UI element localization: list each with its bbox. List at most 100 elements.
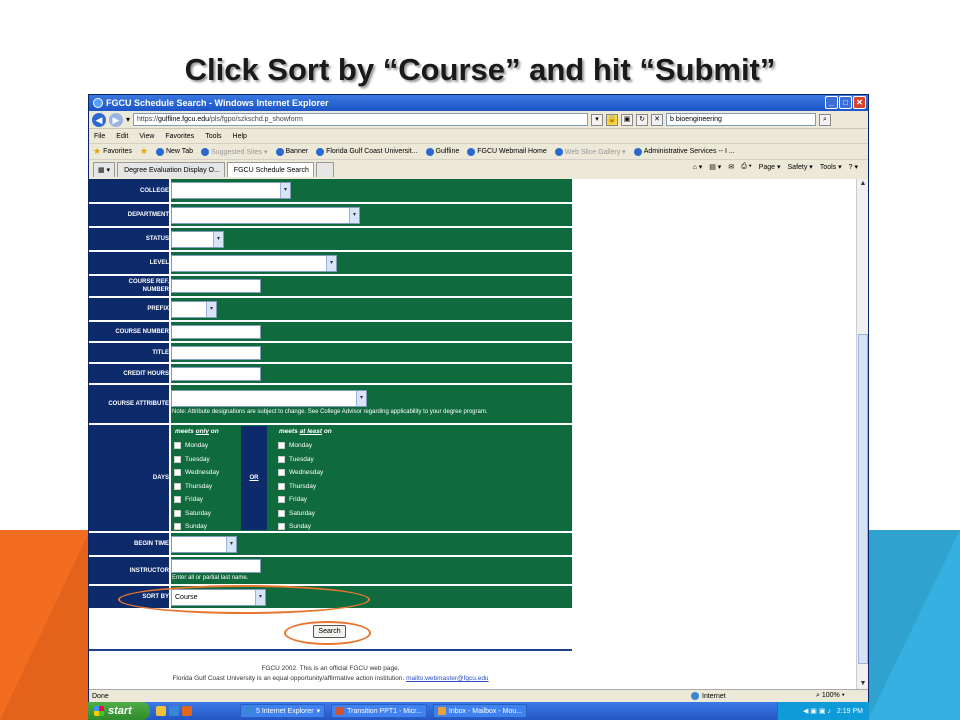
chevron-down-icon: ▾: [206, 301, 216, 317]
scroll-thumb[interactable]: [858, 334, 868, 664]
prefix-select[interactable]: ▾: [171, 300, 217, 318]
credit-hours-input[interactable]: [171, 366, 261, 381]
least-tuesday[interactable]: Tuesday: [275, 453, 427, 467]
safety-menu[interactable]: Safety ▾: [788, 163, 813, 171]
fav-new-tab[interactable]: New Tab: [155, 147, 193, 156]
tab-degree-evaluation[interactable]: Degree Evaluation Display O...: [117, 162, 225, 177]
vertical-scrollbar[interactable]: ▲ ▼: [856, 179, 868, 689]
instructor-input[interactable]: [171, 559, 261, 573]
search-icon[interactable]: ⌕: [819, 113, 832, 126]
checkbox[interactable]: [278, 509, 285, 517]
task-internet-explorer[interactable]: 5 Internet Explorer ▾: [240, 704, 326, 718]
task-powerpoint[interactable]: Transition PPT1 - Micr...: [331, 704, 427, 718]
tab-schedule-search[interactable]: FGCU Schedule Search: [226, 162, 314, 177]
least-thursday[interactable]: Thursday: [275, 480, 427, 494]
course-attribute-select[interactable]: ▾: [171, 390, 367, 407]
least-saturday[interactable]: Saturday: [275, 507, 427, 521]
level-select[interactable]: ▾: [171, 254, 337, 272]
menu-edit[interactable]: Edit: [116, 133, 128, 140]
only-wednesday[interactable]: Wednesday: [171, 466, 241, 480]
least-monday[interactable]: Monday: [275, 439, 427, 453]
only-saturday[interactable]: Saturday: [171, 507, 241, 521]
home-icon[interactable]: ⌂ ▾: [693, 163, 703, 171]
only-monday[interactable]: Monday: [171, 439, 241, 453]
compatibility-icon[interactable]: ▣: [621, 113, 634, 126]
fav-suggested-sites[interactable]: Suggested Sites ▾: [201, 147, 268, 156]
refresh-icon[interactable]: ↻: [636, 113, 649, 126]
scroll-down-icon[interactable]: ▼: [858, 679, 868, 689]
stop-icon[interactable]: ✕: [651, 113, 664, 126]
back-arrow-icon[interactable]: ◀: [92, 112, 106, 127]
prefix-label: PREFIX: [89, 297, 170, 322]
quick-tabs-icon[interactable]: ▦ ▾: [93, 162, 116, 177]
sort-by-highlight: [118, 585, 370, 614]
checkbox[interactable]: [174, 469, 181, 477]
fav-admin-services[interactable]: Administrative Services -- I ...: [633, 147, 735, 156]
tray-icons[interactable]: ◀ ▣ ▣ ♪: [803, 707, 831, 715]
college-select[interactable]: ▾: [171, 182, 291, 199]
course-ref-input[interactable]: [171, 279, 261, 293]
maximize-button[interactable]: □: [839, 96, 852, 109]
close-button[interactable]: ✕: [853, 96, 866, 109]
ie-quicklaunch-icon[interactable]: [169, 706, 179, 716]
add-favorite-icon[interactable]: ★: [140, 146, 148, 157]
checkbox[interactable]: [174, 509, 181, 517]
scroll-up-icon[interactable]: ▲: [858, 179, 868, 189]
menu-tools[interactable]: Tools: [205, 133, 221, 140]
course-number-input[interactable]: [171, 324, 261, 339]
checkbox[interactable]: [174, 482, 181, 490]
history-dropdown-icon[interactable]: ▾: [126, 115, 130, 124]
tools-menu[interactable]: Tools ▾: [820, 163, 842, 171]
fav-gulfline[interactable]: Gulfline: [425, 147, 459, 156]
url-field[interactable]: https://gulfline.fgcu.edu/pls/fgpo/szksc…: [133, 113, 589, 126]
minimize-button[interactable]: _: [825, 96, 838, 109]
mail-icon[interactable]: ✉: [728, 163, 734, 171]
checkbox[interactable]: [278, 469, 285, 477]
new-tab-button[interactable]: [315, 162, 334, 177]
url-dropdown-icon[interactable]: ▾: [591, 113, 604, 126]
status-select[interactable]: ▾: [171, 230, 224, 248]
checkbox[interactable]: [278, 482, 285, 490]
only-tuesday[interactable]: Tuesday: [171, 453, 241, 467]
least-friday[interactable]: Friday: [275, 493, 427, 507]
webmaster-link[interactable]: mailto:webmaster@fgcu.edu: [406, 675, 488, 682]
checkbox[interactable]: [278, 496, 285, 504]
fav-fgcu[interactable]: Florida Gulf Coast Universit...: [316, 147, 418, 156]
fav-webmail[interactable]: FGCU Webmail Home: [467, 147, 547, 156]
favorites-button[interactable]: ★ Favorites: [93, 146, 132, 157]
menu-file[interactable]: File: [94, 133, 105, 140]
menu-help[interactable]: Help: [233, 133, 247, 140]
checkbox[interactable]: [174, 442, 181, 450]
zoom-level[interactable]: ⌕ 100% ▾: [816, 692, 845, 700]
only-thursday[interactable]: Thursday: [171, 480, 241, 494]
least-wednesday[interactable]: Wednesday: [275, 466, 427, 480]
instructor-label: INSTRUCTOR: [89, 556, 170, 586]
menu-view[interactable]: View: [139, 133, 154, 140]
begin-time-select[interactable]: ▾: [171, 535, 237, 553]
checkbox[interactable]: [174, 496, 181, 504]
task-outlook-inbox[interactable]: Inbox - Mailbox - Mou...: [432, 704, 528, 718]
firefox-icon[interactable]: [182, 706, 192, 716]
search-input[interactable]: b bioengineering: [666, 113, 817, 126]
feeds-icon[interactable]: ▤ ▾: [709, 163, 721, 171]
print-icon[interactable]: ⎙ ▾: [741, 163, 752, 171]
page-menu[interactable]: Page ▾: [759, 163, 781, 171]
forward-arrow-icon[interactable]: ▶: [109, 112, 123, 127]
outlook-icon[interactable]: [156, 706, 166, 716]
checkbox[interactable]: [174, 455, 181, 463]
help-icon[interactable]: ? ▾: [849, 163, 858, 171]
fav-banner[interactable]: Banner: [275, 147, 308, 156]
fav-web-slice[interactable]: Web Slice Gallery ▾: [554, 147, 626, 156]
only-sunday[interactable]: Sunday: [171, 520, 241, 534]
only-friday[interactable]: Friday: [171, 493, 241, 507]
checkbox[interactable]: [278, 442, 285, 450]
checkbox[interactable]: [278, 523, 285, 531]
least-sunday[interactable]: Sunday: [275, 520, 427, 534]
checkbox[interactable]: [174, 523, 181, 531]
title-input[interactable]: [171, 345, 261, 360]
lock-icon[interactable]: 🔒: [606, 113, 619, 126]
menu-favorites[interactable]: Favorites: [165, 133, 194, 140]
start-button[interactable]: start: [88, 702, 150, 720]
department-select[interactable]: ▾: [171, 206, 360, 224]
checkbox[interactable]: [278, 455, 285, 463]
